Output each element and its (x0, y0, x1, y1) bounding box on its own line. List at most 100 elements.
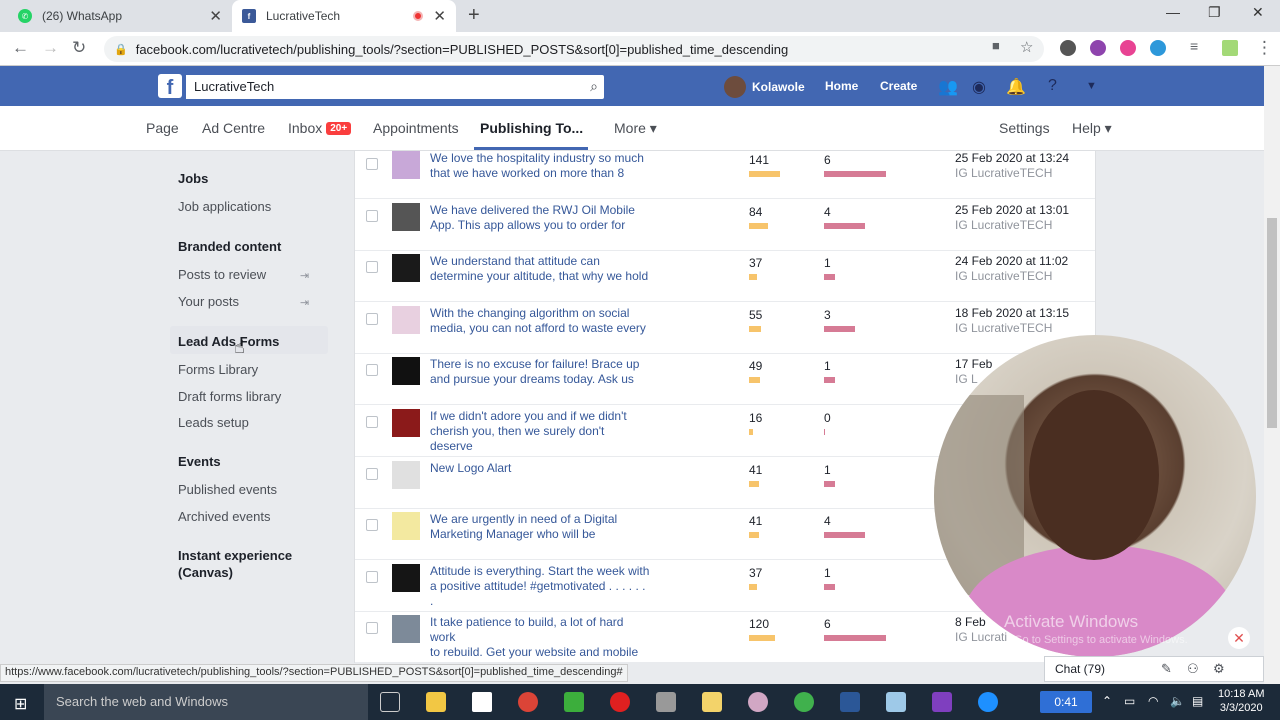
camera-icon[interactable]: ■ (992, 38, 1000, 53)
sidebar-item-archived-events[interactable]: Archived events (178, 509, 271, 524)
nav-inbox[interactable]: Inbox 20+ (288, 120, 352, 136)
store-icon[interactable] (472, 692, 492, 712)
opera-icon[interactable] (610, 692, 630, 712)
row-checkbox[interactable] (366, 158, 378, 170)
home-link[interactable]: Home (825, 79, 858, 93)
post-text-link[interactable]: We understand that attitude can determine… (430, 254, 650, 284)
post-thumbnail[interactable] (392, 357, 420, 386)
post-text-link[interactable]: With the changing algorithm on social med… (430, 306, 650, 336)
table-row[interactable]: We understand that attitude can determine… (355, 250, 1095, 303)
account-menu-icon[interactable]: ▼ (1086, 80, 1097, 92)
recording-timer[interactable]: 0:41 (1040, 691, 1092, 713)
row-checkbox[interactable] (366, 416, 378, 428)
row-checkbox[interactable] (366, 261, 378, 274)
post-thumbnail[interactable] (392, 512, 420, 541)
wifi-icon[interactable]: ◠ (1148, 694, 1158, 708)
post-text-link[interactable]: We are urgently in need of a Digital Mark… (430, 512, 650, 542)
post-text-link[interactable]: If we didn't adore you and if we didn't c… (430, 409, 650, 454)
windows-start-icon[interactable]: ⊞ (14, 694, 27, 714)
post-text-link[interactable]: There is no excuse for failure! Brace up… (430, 357, 650, 387)
back-icon[interactable]: ← (12, 38, 29, 58)
post-thumbnail[interactable] (392, 254, 420, 283)
bookmark-star-icon[interactable]: ☆ (1020, 38, 1033, 56)
task-view-icon[interactable] (380, 692, 400, 712)
row-checkbox[interactable] (366, 622, 378, 635)
tray-up-icon[interactable]: ⌃ (1102, 694, 1112, 708)
post-text-link[interactable]: New Logo Alart (430, 461, 650, 476)
app-icon[interactable] (932, 692, 952, 712)
taskbar-search-input[interactable]: Search the web and Windows (44, 684, 368, 720)
table-row[interactable]: We love the hospitality industry so much… (355, 151, 1095, 199)
chrome-icon[interactable] (518, 692, 538, 712)
menu-icon[interactable]: ⋮ (1256, 38, 1273, 58)
nav-settings[interactable]: Settings (999, 120, 1050, 136)
post-thumbnail[interactable] (392, 202, 420, 231)
post-thumbnail[interactable] (392, 409, 420, 437)
row-checkbox[interactable] (366, 570, 378, 583)
page-scrollbar[interactable] (1264, 66, 1280, 684)
extension-icon[interactable] (1120, 40, 1136, 56)
friends-icon[interactable]: 👥 (938, 77, 958, 97)
sidebar-item-your-posts[interactable]: Your posts (178, 294, 239, 309)
extension-icon[interactable] (1222, 40, 1238, 56)
table-row[interactable]: With the changing algorithm on social med… (355, 302, 1095, 354)
row-checkbox[interactable] (366, 209, 378, 222)
facebook-logo-icon[interactable]: f (158, 74, 182, 99)
notifications-icon[interactable]: 🔔 (1006, 77, 1026, 97)
file-explorer-icon[interactable] (426, 692, 446, 712)
section-lead-ads-forms[interactable]: Lead Ads Forms (178, 334, 279, 349)
app-icon[interactable] (886, 692, 906, 712)
row-checkbox[interactable] (366, 467, 378, 480)
post-thumbnail[interactable] (392, 615, 420, 644)
nav-more[interactable]: More ▾ (614, 120, 657, 137)
chat-bar[interactable]: Chat (79) ✎ ⚇ ⚙ (1044, 656, 1264, 682)
settings-gear-icon[interactable]: ⚙ (1213, 661, 1225, 677)
address-bar[interactable]: 🔒 facebook.com/lucrativetech/publishing_… (104, 36, 1044, 62)
nav-help[interactable]: Help ▾ (1072, 120, 1112, 137)
section-instant-experience-canvas[interactable]: (Canvas) (178, 565, 233, 580)
tab-whatsapp[interactable]: ✆ (26) WhatsApp ✕ (8, 0, 232, 32)
scrollbar-thumb[interactable] (1267, 218, 1277, 428)
nav-ad-centre[interactable]: Ad Centre (202, 120, 265, 136)
close-overlay-icon[interactable]: ✕ (1228, 627, 1250, 649)
post-text-link[interactable]: Attitude is everything. Start the week w… (430, 564, 650, 609)
post-thumbnail[interactable] (392, 305, 420, 334)
close-tab-icon[interactable]: ✕ (433, 7, 446, 25)
new-tab-button[interactable]: + (468, 4, 480, 27)
post-text-link[interactable]: We have delivered the RWJ Oil Mobile App.… (430, 203, 650, 233)
restore-icon[interactable]: ❐ (1208, 4, 1221, 21)
row-checkbox[interactable] (366, 364, 378, 377)
forward-icon[interactable]: → (42, 38, 59, 58)
minimize-icon[interactable]: — (1166, 4, 1180, 20)
row-checkbox[interactable] (366, 312, 378, 325)
sidebar-item-job-applications[interactable]: Job applications (178, 199, 271, 214)
post-text-link[interactable]: We love the hospitality industry so much… (430, 151, 650, 181)
nav-publishing-tools[interactable]: Publishing To... (480, 120, 583, 136)
close-window-icon[interactable]: ✕ (1252, 4, 1264, 21)
row-checkbox[interactable] (366, 519, 378, 532)
calculator-icon[interactable] (656, 692, 676, 712)
reload-icon[interactable]: ↻ (72, 38, 86, 58)
nav-appointments[interactable]: Appointments (373, 120, 459, 136)
post-text-link[interactable]: It take patience to build, a lot of hard… (430, 615, 650, 660)
table-row[interactable]: We have delivered the RWJ Oil Mobile App.… (355, 199, 1095, 251)
group-icon[interactable]: ⚇ (1187, 661, 1199, 677)
post-thumbnail[interactable] (392, 460, 420, 489)
search-icon[interactable]: ⌕ (590, 78, 598, 95)
app-icon[interactable] (794, 692, 814, 712)
notifications-center-icon[interactable]: ▤ (1192, 694, 1203, 708)
reading-list-icon[interactable]: ≡ (1190, 38, 1198, 54)
sidebar-item-leads-setup[interactable]: Leads setup (178, 415, 249, 430)
profile-link[interactable]: Kolawole (724, 76, 805, 98)
post-thumbnail[interactable] (392, 563, 420, 592)
battery-icon[interactable]: ▭ (1124, 694, 1135, 708)
word-icon[interactable] (840, 692, 860, 712)
tab-lucrativetech[interactable]: f LucrativeTech ✕ (232, 0, 456, 32)
app-icon[interactable] (748, 692, 768, 712)
sidebar-item-published-events[interactable]: Published events (178, 482, 277, 497)
extension-icon[interactable] (1060, 40, 1076, 56)
folder-icon[interactable] (702, 692, 722, 712)
volume-icon[interactable]: 🔈 (1170, 694, 1185, 708)
post-thumbnail[interactable] (392, 151, 420, 179)
search-input[interactable]: LucrativeTech ⌕ (186, 75, 604, 99)
